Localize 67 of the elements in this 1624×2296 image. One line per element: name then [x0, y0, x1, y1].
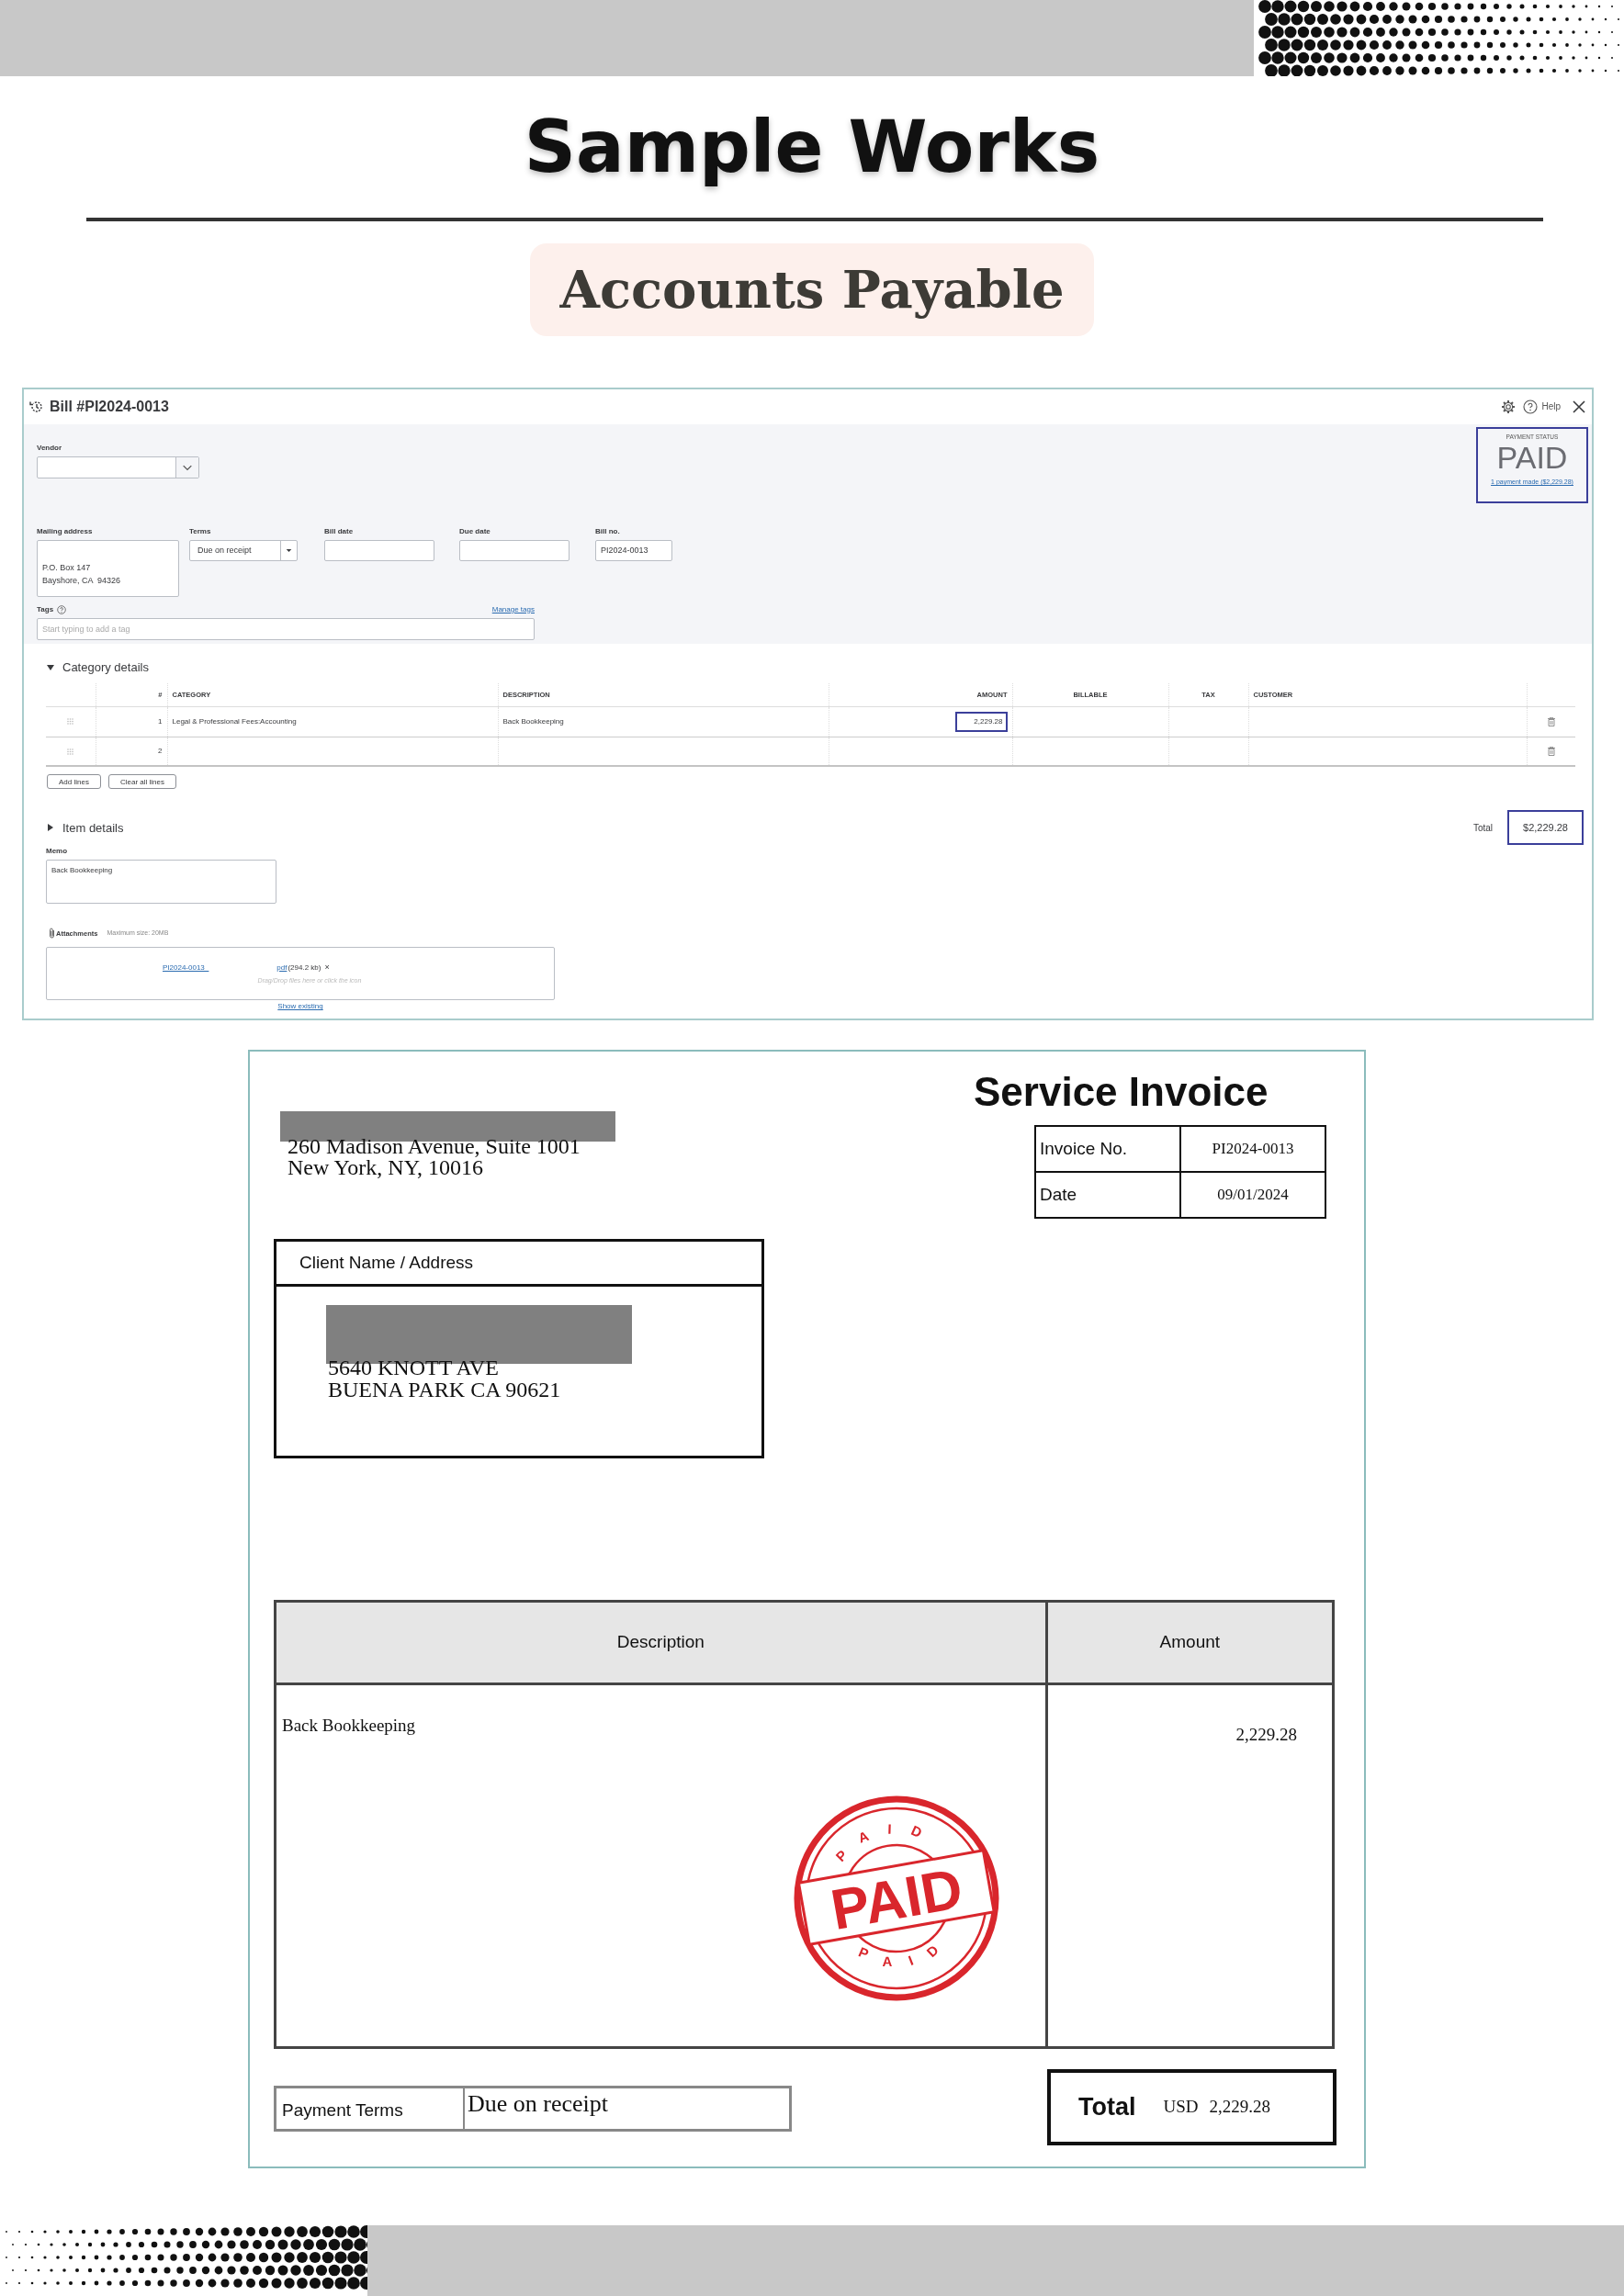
field-label: Mailing address — [37, 525, 94, 537]
show-existing-link[interactable]: Show existing — [277, 1002, 323, 1011]
section-heading[interactable]: Category details — [62, 658, 149, 677]
field-label: Bill no. — [595, 525, 621, 537]
field-label: Bill date — [324, 525, 355, 537]
column-header: Description — [275, 1601, 1047, 1684]
address-line: 260 Madison Avenue, Suite 1001 — [288, 1135, 581, 1157]
column-header: Amount — [1046, 1601, 1334, 1684]
remove-file-button[interactable]: × — [324, 962, 330, 974]
status-value: PAID — [1495, 441, 1569, 475]
field-label: Memo — [46, 846, 69, 858]
help-icon[interactable] — [57, 604, 67, 614]
terms-value: Due on receipt — [467, 2089, 609, 2120]
client-label: Client Name / Address — [299, 1251, 474, 1274]
field-label: Due date — [459, 525, 491, 537]
close-icon[interactable] — [1572, 399, 1586, 414]
terms-dropdown[interactable]: Due on receipt — [189, 539, 298, 561]
triangle-down-icon[interactable] — [46, 662, 55, 672]
table-cell: 2,229.28 — [1046, 1683, 1334, 2048]
vendor-dropdown[interactable] — [37, 456, 199, 478]
field-label: Tags — [37, 603, 54, 615]
trash-icon[interactable] — [1547, 747, 1555, 757]
total-label: Total — [1472, 821, 1493, 835]
tags-field[interactable]: Start typing to add a tag — [37, 617, 535, 640]
terms-label: Payment Terms — [276, 2088, 465, 2130]
help-link[interactable]: Help — [1523, 399, 1561, 414]
input-field[interactable] — [324, 539, 434, 561]
invoice-title: Service Invoice — [974, 1071, 1269, 1112]
drag-handle-icon[interactable] — [67, 718, 74, 726]
amount-field[interactable]: 2,229.28 — [955, 711, 1008, 732]
field-label: Terms — [189, 525, 212, 537]
table-cell: PI2024-0013 — [1180, 1125, 1325, 1172]
bill-title: Bill #PI2024-0013 — [50, 397, 169, 416]
table-cell: Invoice No. — [1035, 1125, 1180, 1172]
address-line: BUENA PARK CA 90621 — [328, 1378, 562, 1401]
address-line: New York, NY, 10016 — [288, 1156, 484, 1178]
address-field[interactable]: P.O. Box 147 Bayshore, CA 94326 — [37, 539, 179, 597]
table-cell: Date — [1035, 1171, 1180, 1218]
triangle-right-icon[interactable] — [46, 823, 55, 833]
trash-icon[interactable] — [1547, 716, 1555, 726]
total-amount: $2,229.28 — [1507, 810, 1584, 846]
table-cell: 1 — [96, 706, 167, 737]
file-link[interactable]: PI2024-0013_ — [163, 962, 209, 974]
file-size: (294.2 kb) — [288, 962, 321, 974]
input-field[interactable] — [459, 539, 570, 561]
paperclip-icon[interactable] — [48, 928, 56, 940]
table-action-button[interactable]: Clear all lines — [107, 774, 176, 790]
settings-icon[interactable] — [1501, 399, 1517, 414]
address-line: 5640 KNOTT AVE — [328, 1356, 500, 1379]
chevron-down-icon[interactable] — [175, 456, 198, 478]
total-label: Total — [1078, 2092, 1136, 2123]
table-cell: 2 — [96, 737, 167, 767]
section-heading[interactable]: Item details — [62, 818, 124, 838]
manage-tags-link[interactable]: Manage tags — [491, 603, 535, 615]
total-amount: 2,229.28 — [1209, 2096, 1270, 2119]
table-cell: 09/01/2024 — [1180, 1171, 1325, 1218]
section-title: Accounts Payable — [530, 243, 1094, 336]
memo-field[interactable]: Back Bookkeeping — [46, 860, 276, 905]
file-link[interactable]: pdf — [276, 962, 288, 974]
history-icon[interactable] — [29, 399, 44, 414]
drag-handle-icon[interactable] — [67, 748, 74, 755]
field-label: Vendor — [37, 442, 63, 454]
table-cell: Back Bookkeeping — [498, 706, 829, 737]
input-field[interactable]: PI2024-0013 — [595, 539, 672, 561]
currency-label: USD — [1163, 2096, 1199, 2119]
table-action-button[interactable]: Add lines — [47, 774, 101, 790]
table-cell: Legal & Professional Fees:Accounting — [167, 706, 498, 737]
